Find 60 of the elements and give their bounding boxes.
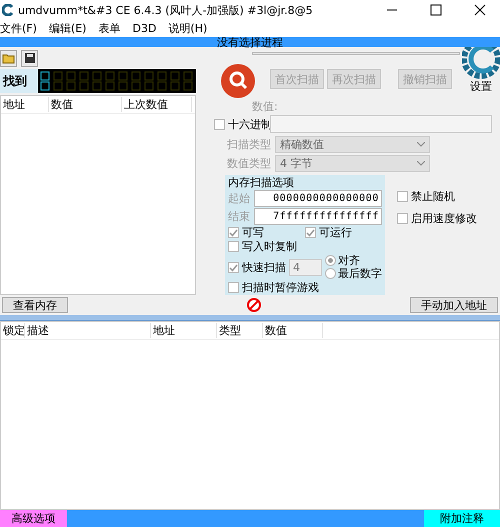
column-header[interactable]: 描述 bbox=[25, 323, 151, 338]
column-header[interactable]: 地址 bbox=[151, 323, 217, 338]
add-address-button[interactable]: 手动加入地址 bbox=[410, 297, 498, 313]
checkbox[interactable] bbox=[397, 191, 408, 202]
column-header[interactable]: 地址 bbox=[1, 97, 49, 112]
scan-type-label: 扫描类型 bbox=[227, 137, 271, 152]
checkbox-label: 启用速度修改 bbox=[411, 211, 477, 226]
checkbox-label: 禁止随机 bbox=[411, 189, 455, 204]
found-label: 找到 bbox=[0, 69, 38, 93]
checkbox[interactable] bbox=[228, 262, 239, 272]
chevron-down-icon bbox=[417, 142, 425, 147]
logo-icon bbox=[2, 4, 14, 16]
column-header[interactable]: 数值 bbox=[263, 323, 323, 338]
start-address-field[interactable]: 0000000000000000 bbox=[254, 190, 382, 207]
end-address-field[interactable]: 7fffffffffffffff bbox=[254, 208, 382, 225]
radio-label: 最后数字 bbox=[338, 267, 382, 280]
gear-logo-icon[interactable] bbox=[462, 47, 500, 79]
menu-item[interactable]: 文件(F) bbox=[0, 21, 37, 36]
checkbox[interactable] bbox=[228, 282, 239, 293]
checkbox-label: 扫描时暂停游戏 bbox=[242, 281, 319, 294]
view-memory-button[interactable]: 查看内存 bbox=[2, 297, 68, 313]
checkbox[interactable] bbox=[228, 241, 239, 252]
checkbox-label: 可写 bbox=[242, 226, 264, 239]
panel-title: 内存扫描选项 bbox=[228, 176, 295, 189]
open-folder-icon[interactable] bbox=[0, 50, 17, 66]
column-header[interactable]: 上次数值 bbox=[122, 97, 192, 112]
value-label: 数值: bbox=[252, 99, 279, 114]
checkbox[interactable] bbox=[305, 227, 316, 238]
column-header[interactable]: 锁定 bbox=[1, 323, 25, 338]
end-label: 结束 bbox=[228, 210, 250, 223]
value-input[interactable] bbox=[270, 115, 492, 133]
menu-item[interactable]: 表单 bbox=[98, 21, 120, 36]
settings-label[interactable]: 设置 bbox=[470, 79, 492, 94]
checkbox[interactable] bbox=[214, 118, 225, 130]
column-header[interactable]: 类型 bbox=[217, 323, 263, 338]
radio-button[interactable] bbox=[325, 268, 336, 279]
menu-item[interactable]: 编辑(E) bbox=[48, 21, 86, 36]
advanced-options-button[interactable]: 高级选项 bbox=[0, 510, 67, 527]
value-type-label: 数值类型 bbox=[227, 156, 271, 171]
save-icon[interactable] bbox=[21, 50, 38, 66]
no-entry-icon[interactable] bbox=[246, 297, 262, 313]
fast-scan-field[interactable]: 4 bbox=[289, 258, 322, 276]
menu-item[interactable]: D3D bbox=[132, 22, 156, 35]
checkbox-label: 可运行 bbox=[319, 226, 352, 239]
comments-button[interactable]: 附加注释 bbox=[424, 510, 500, 527]
checkbox-label: 快速扫描 bbox=[242, 260, 286, 274]
magnifier-icon[interactable] bbox=[220, 63, 256, 99]
radio-label: 对齐 bbox=[338, 254, 360, 267]
checkbox[interactable] bbox=[228, 227, 239, 238]
chevron-down-icon bbox=[417, 161, 425, 166]
column-header[interactable]: 数值 bbox=[49, 97, 122, 112]
menu-item[interactable]: 说明(H) bbox=[168, 21, 208, 36]
scan-type-dropdown[interactable]: 精确数值 bbox=[275, 136, 430, 153]
value-type-dropdown[interactable]: 4 字节 bbox=[275, 155, 430, 172]
checkbox[interactable] bbox=[397, 213, 408, 224]
start-label: 起始 bbox=[228, 192, 250, 205]
checkbox-label: 写入时复制 bbox=[242, 240, 297, 253]
window-title: umdvumm*t&#3 CE 6.4.3 (风叶人-加强版) #3l@jr.8@5 bbox=[18, 2, 314, 18]
process-label: 没有选择进程 bbox=[217, 38, 283, 48]
radio-button[interactable] bbox=[325, 255, 336, 266]
